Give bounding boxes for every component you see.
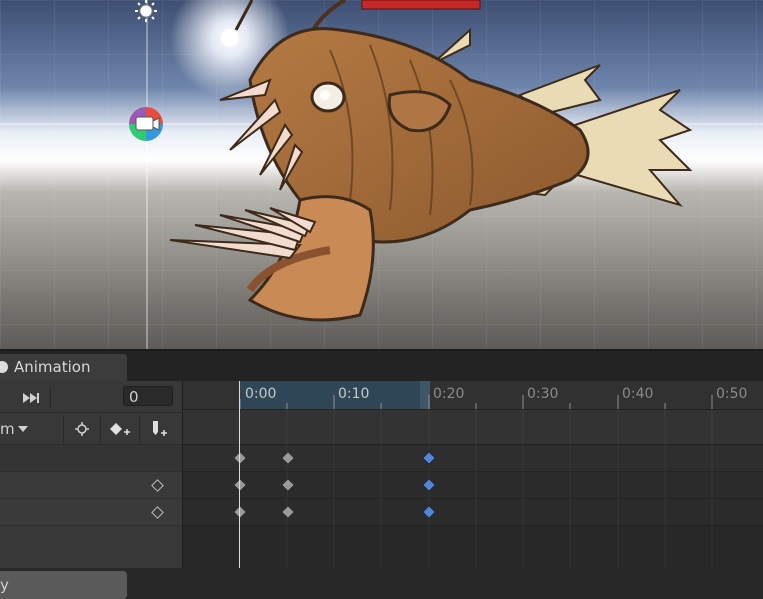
frame-input[interactable]: 0 (123, 386, 173, 406)
add-property-label: y (0, 576, 9, 594)
tick-label: 0:40 (622, 386, 654, 402)
tick-label: 0:10 (338, 386, 370, 402)
scene-view[interactable] (0, 0, 763, 349)
tick-label: 0:00 (245, 386, 277, 402)
clip-dropdown[interactable]: m (0, 415, 36, 443)
add-event-icon (153, 421, 167, 436)
chevron-down-icon (17, 426, 28, 432)
tab-animation[interactable]: Animation (0, 354, 127, 381)
animation-tab-icon (0, 361, 8, 373)
add-event-button[interactable] (139, 415, 178, 443)
timeline-panel[interactable]: 0:00 0:10 0:20 0:30 0:40 0:50 (183, 381, 763, 568)
tick-label: 0:30 (527, 386, 559, 402)
next-key-button[interactable] (12, 387, 51, 409)
property-row[interactable] (0, 498, 182, 525)
add-keyframe-icon (110, 423, 130, 435)
clip-dropdown-label: m (0, 420, 15, 438)
camera-gizmo-icon[interactable] (129, 107, 163, 141)
time-ruler[interactable]: 0:00 0:10 0:20 0:30 0:40 0:50 (183, 381, 763, 409)
tick-label: 0:20 (433, 386, 465, 402)
tab-animation-label: Animation (14, 358, 91, 376)
property-row[interactable] (0, 445, 182, 471)
keyframe-toggle-icon[interactable] (151, 479, 164, 492)
property-row[interactable] (0, 471, 182, 498)
add-keyframe-button[interactable] (100, 415, 139, 443)
filter-by-selection-button[interactable] (63, 415, 100, 443)
tick-label: 0:50 (716, 386, 748, 402)
timeline-grid (286, 409, 713, 568)
tab-bar: Animation (0, 351, 763, 381)
animation-panel: Animation 0 m y 0:00 0:10 0:20 0:30 0:40… (0, 349, 763, 599)
playhead[interactable] (239, 381, 240, 568)
add-property-button[interactable]: y (0, 571, 127, 599)
scene-canvas (0, 0, 763, 349)
keyframe-toggle-icon[interactable] (151, 506, 164, 519)
crosshair-icon (75, 422, 89, 436)
property-panel: 0 m y (0, 381, 183, 599)
skip-forward-icon (23, 393, 39, 403)
